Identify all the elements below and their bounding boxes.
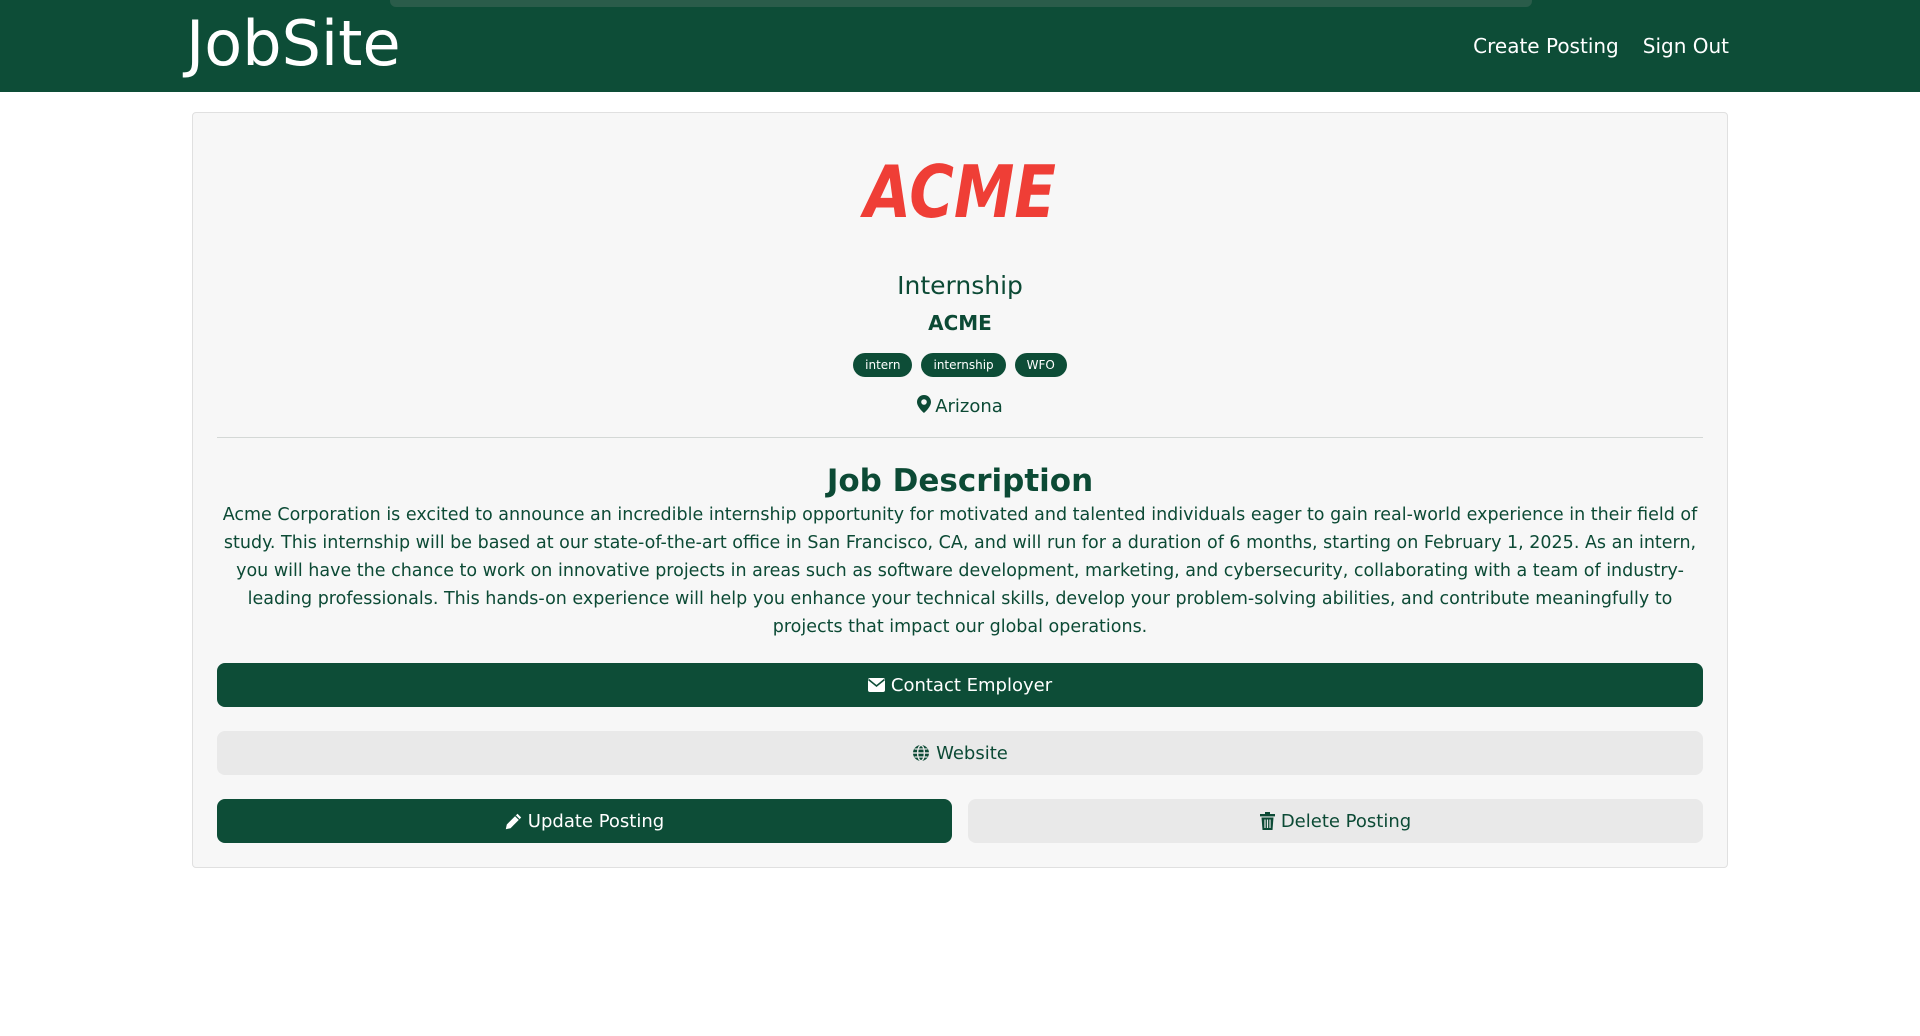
navbar-accent-strip [390, 0, 1532, 7]
trash-icon [1259, 812, 1275, 830]
create-posting-link[interactable]: Create Posting [1473, 32, 1619, 60]
update-posting-label: Update Posting [527, 810, 665, 832]
nav-links: Create Posting Sign Out [1473, 32, 1729, 60]
delete-posting-label: Delete Posting [1280, 810, 1412, 832]
tag-badge: internship [921, 353, 1006, 377]
map-pin-icon [917, 395, 932, 418]
tag-badge: WFO [1014, 353, 1067, 377]
delete-posting-button[interactable]: Delete Posting [968, 799, 1703, 843]
job-posting-card: ACME Internship ACME intern internship W… [192, 112, 1728, 868]
globe-icon [912, 744, 930, 762]
envelope-icon [867, 678, 885, 692]
description-text: Acme Corporation is excited to announce … [222, 505, 1698, 637]
update-posting-button[interactable]: Update Posting [217, 799, 952, 843]
job-location: Arizona [193, 395, 1727, 418]
brand-link[interactable]: JobSite [186, 6, 401, 82]
pencil-icon [505, 813, 522, 830]
location-text: Arizona [935, 396, 1003, 417]
contact-employer-label: Contact Employer [890, 674, 1053, 696]
job-title: Internship [897, 271, 1023, 300]
logo-wordmark: ACME [860, 155, 1056, 225]
sign-out-link[interactable]: Sign Out [1643, 32, 1729, 60]
website-label: Website [936, 742, 1008, 764]
tag-list: intern internship WFO [193, 353, 1727, 377]
company-name: ACME [928, 311, 992, 335]
company-logo: ACME [193, 155, 1727, 229]
contact-employer-button[interactable]: Contact Employer [217, 663, 1703, 707]
acme-logo-image: ACME [860, 155, 1056, 225]
tag-badge: intern [853, 353, 913, 377]
section-divider [217, 437, 1703, 438]
top-navbar: JobSite Create Posting Sign Out [0, 0, 1920, 92]
website-button[interactable]: Website [217, 731, 1703, 775]
description-heading: Job Description [826, 463, 1094, 499]
